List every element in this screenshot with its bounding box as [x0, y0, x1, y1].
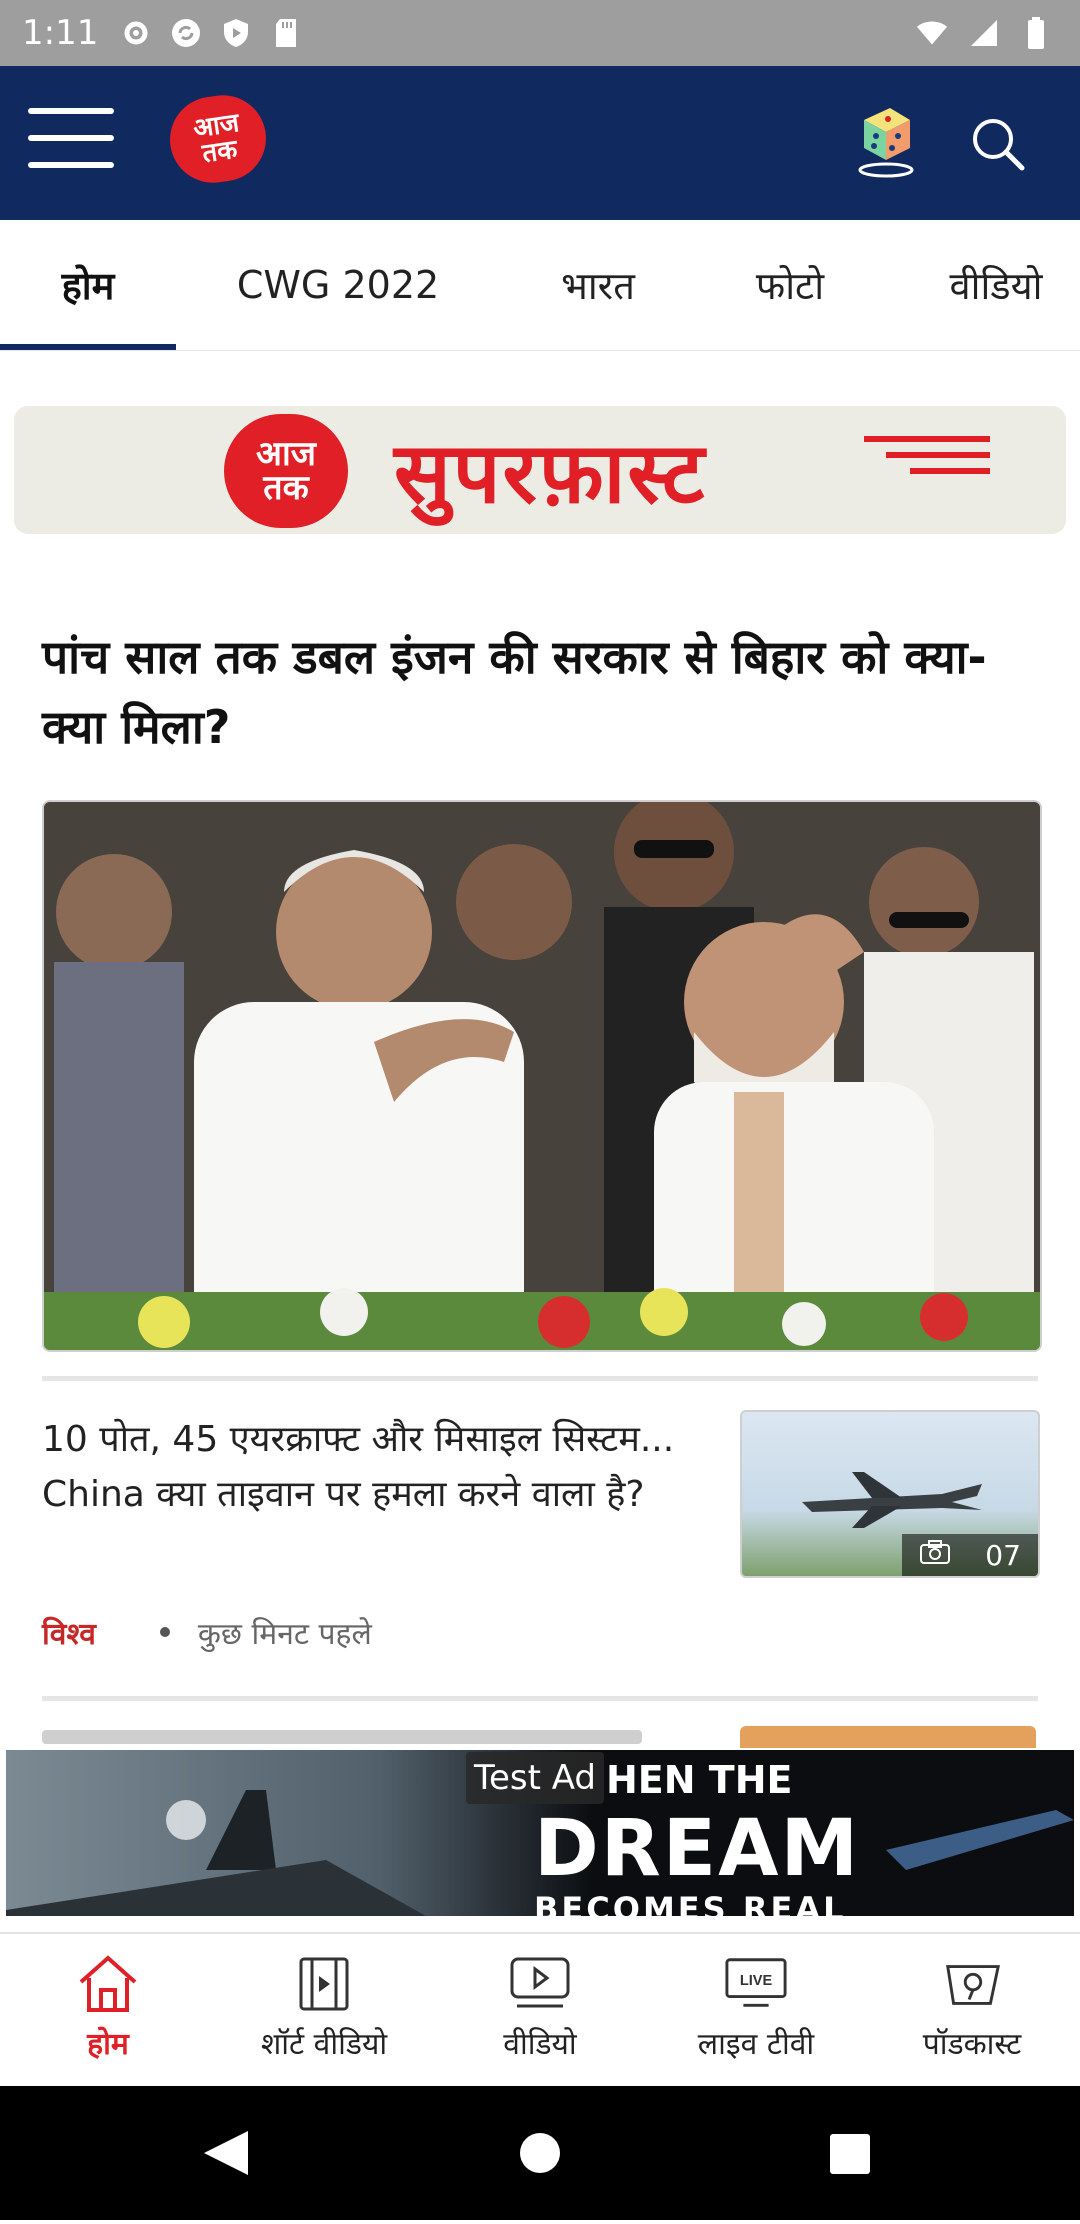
aajtak-logo[interactable]: आज तक [164, 89, 272, 189]
status-time: 1:11 [22, 13, 99, 53]
article-time: कुछ मिनट पहले [197, 1616, 372, 1652]
tab-photo[interactable]: फोटो [716, 220, 864, 350]
tab-home[interactable]: होम [0, 220, 176, 350]
ad-text-line3: BECOMES REAL [534, 1890, 847, 1916]
nav-short-video[interactable]: शॉर्ट वीडियो [216, 1934, 432, 2088]
logo-text-bottom: तक [200, 134, 240, 170]
section-divider [42, 1376, 1038, 1381]
nav-video[interactable]: वीडियो [432, 1934, 648, 2088]
tab-cwg-2022[interactable]: CWG 2022 [200, 220, 476, 350]
superfast-logo-bottom: तक [263, 468, 309, 508]
sd-card-icon [270, 17, 302, 49]
play-protect-icon [220, 17, 252, 49]
top-story-image[interactable] [42, 800, 1042, 1352]
app-header: आज तक [0, 66, 1080, 220]
superfast-logo: आज तक [224, 414, 348, 528]
camera-icon [919, 1539, 951, 1572]
article-meta: विश्व कुछ मिनट पहले [42, 1608, 372, 1656]
superfast-title: सुपरफ़ास्ट [394, 424, 707, 522]
meta-separator [159, 1627, 170, 1637]
tab-video[interactable]: वीडियो [912, 220, 1080, 350]
photo-count-badge: 07 [902, 1534, 1038, 1576]
nav-live-tv[interactable]: LIVE लाइव टीवी [648, 1934, 864, 2088]
tab-bharat[interactable]: भारत [520, 220, 676, 350]
settings-icon [120, 17, 152, 49]
bottom-navigation: होम शॉर्ट वीडियो वीडियो LIVE लाइव टीवी प… [0, 1932, 1080, 2088]
nav-podcast-label: पॉडकास्ट [922, 2027, 1022, 2062]
live-tv-icon: LIVE [724, 1952, 788, 2016]
category-tabs: होम CWG 2022 भारत फोटो वीडियो [0, 220, 1080, 351]
home-button[interactable] [520, 2133, 560, 2173]
signal-icon [968, 17, 1000, 49]
search-icon[interactable] [968, 114, 1028, 174]
ad-text-line2: DREAM [534, 1804, 861, 1894]
podcast-icon [940, 1952, 1004, 2016]
sync-icon [170, 17, 202, 49]
short-video-icon [292, 1952, 356, 2016]
live-badge-text: LIVE [740, 1973, 773, 1989]
recents-button[interactable] [830, 2134, 870, 2174]
superfast-logo-top: आज [256, 434, 316, 474]
aircraft-image [802, 1472, 982, 1528]
status-bar: 1:11 [0, 0, 1080, 66]
nav-podcast[interactable]: पॉडकास्ट [864, 1934, 1080, 2088]
nav-home-label: होम [87, 2027, 129, 2062]
test-ad-label: Test Ad [466, 1752, 605, 1804]
back-button[interactable] [204, 2131, 248, 2175]
status-right-icons [906, 17, 1062, 49]
active-tab-indicator [0, 344, 176, 350]
next-article-thumbnail-peek [740, 1726, 1036, 1748]
nav-live-tv-label: लाइव टीवी [697, 2027, 815, 2062]
battery-icon [1020, 17, 1052, 49]
nav-video-label: वीडियो [503, 2027, 577, 2062]
system-navigation-bar [0, 2086, 1080, 2220]
nav-home[interactable]: होम [0, 1934, 216, 2088]
video-play-icon [508, 1952, 572, 2016]
ad-text-line1: HEN THE [606, 1758, 793, 1802]
article-thumbnail[interactable]: 07 [740, 1410, 1040, 1578]
home-icon [76, 1952, 140, 2016]
section-divider [42, 1696, 1038, 1701]
nav-short-video-label: शॉर्ट वीडियो [260, 2027, 388, 2062]
article-title[interactable]: 10 पोत, 45 एयरक्राफ्ट और मिसाइल सिस्टम..… [42, 1412, 702, 1522]
top-story-headline[interactable]: पांच साल तक डबल इंजन की सरकार से बिहार क… [42, 622, 1042, 762]
wifi-icon [916, 17, 948, 49]
article-category[interactable]: विश्व [42, 1612, 96, 1653]
photo-count: 07 [985, 1538, 1021, 1572]
menu-icon[interactable] [28, 108, 114, 174]
speed-stripes [864, 436, 990, 486]
superfast-banner[interactable]: आज तक सुपरफ़ास्ट [14, 406, 1066, 534]
dice-game-icon[interactable] [852, 102, 920, 180]
